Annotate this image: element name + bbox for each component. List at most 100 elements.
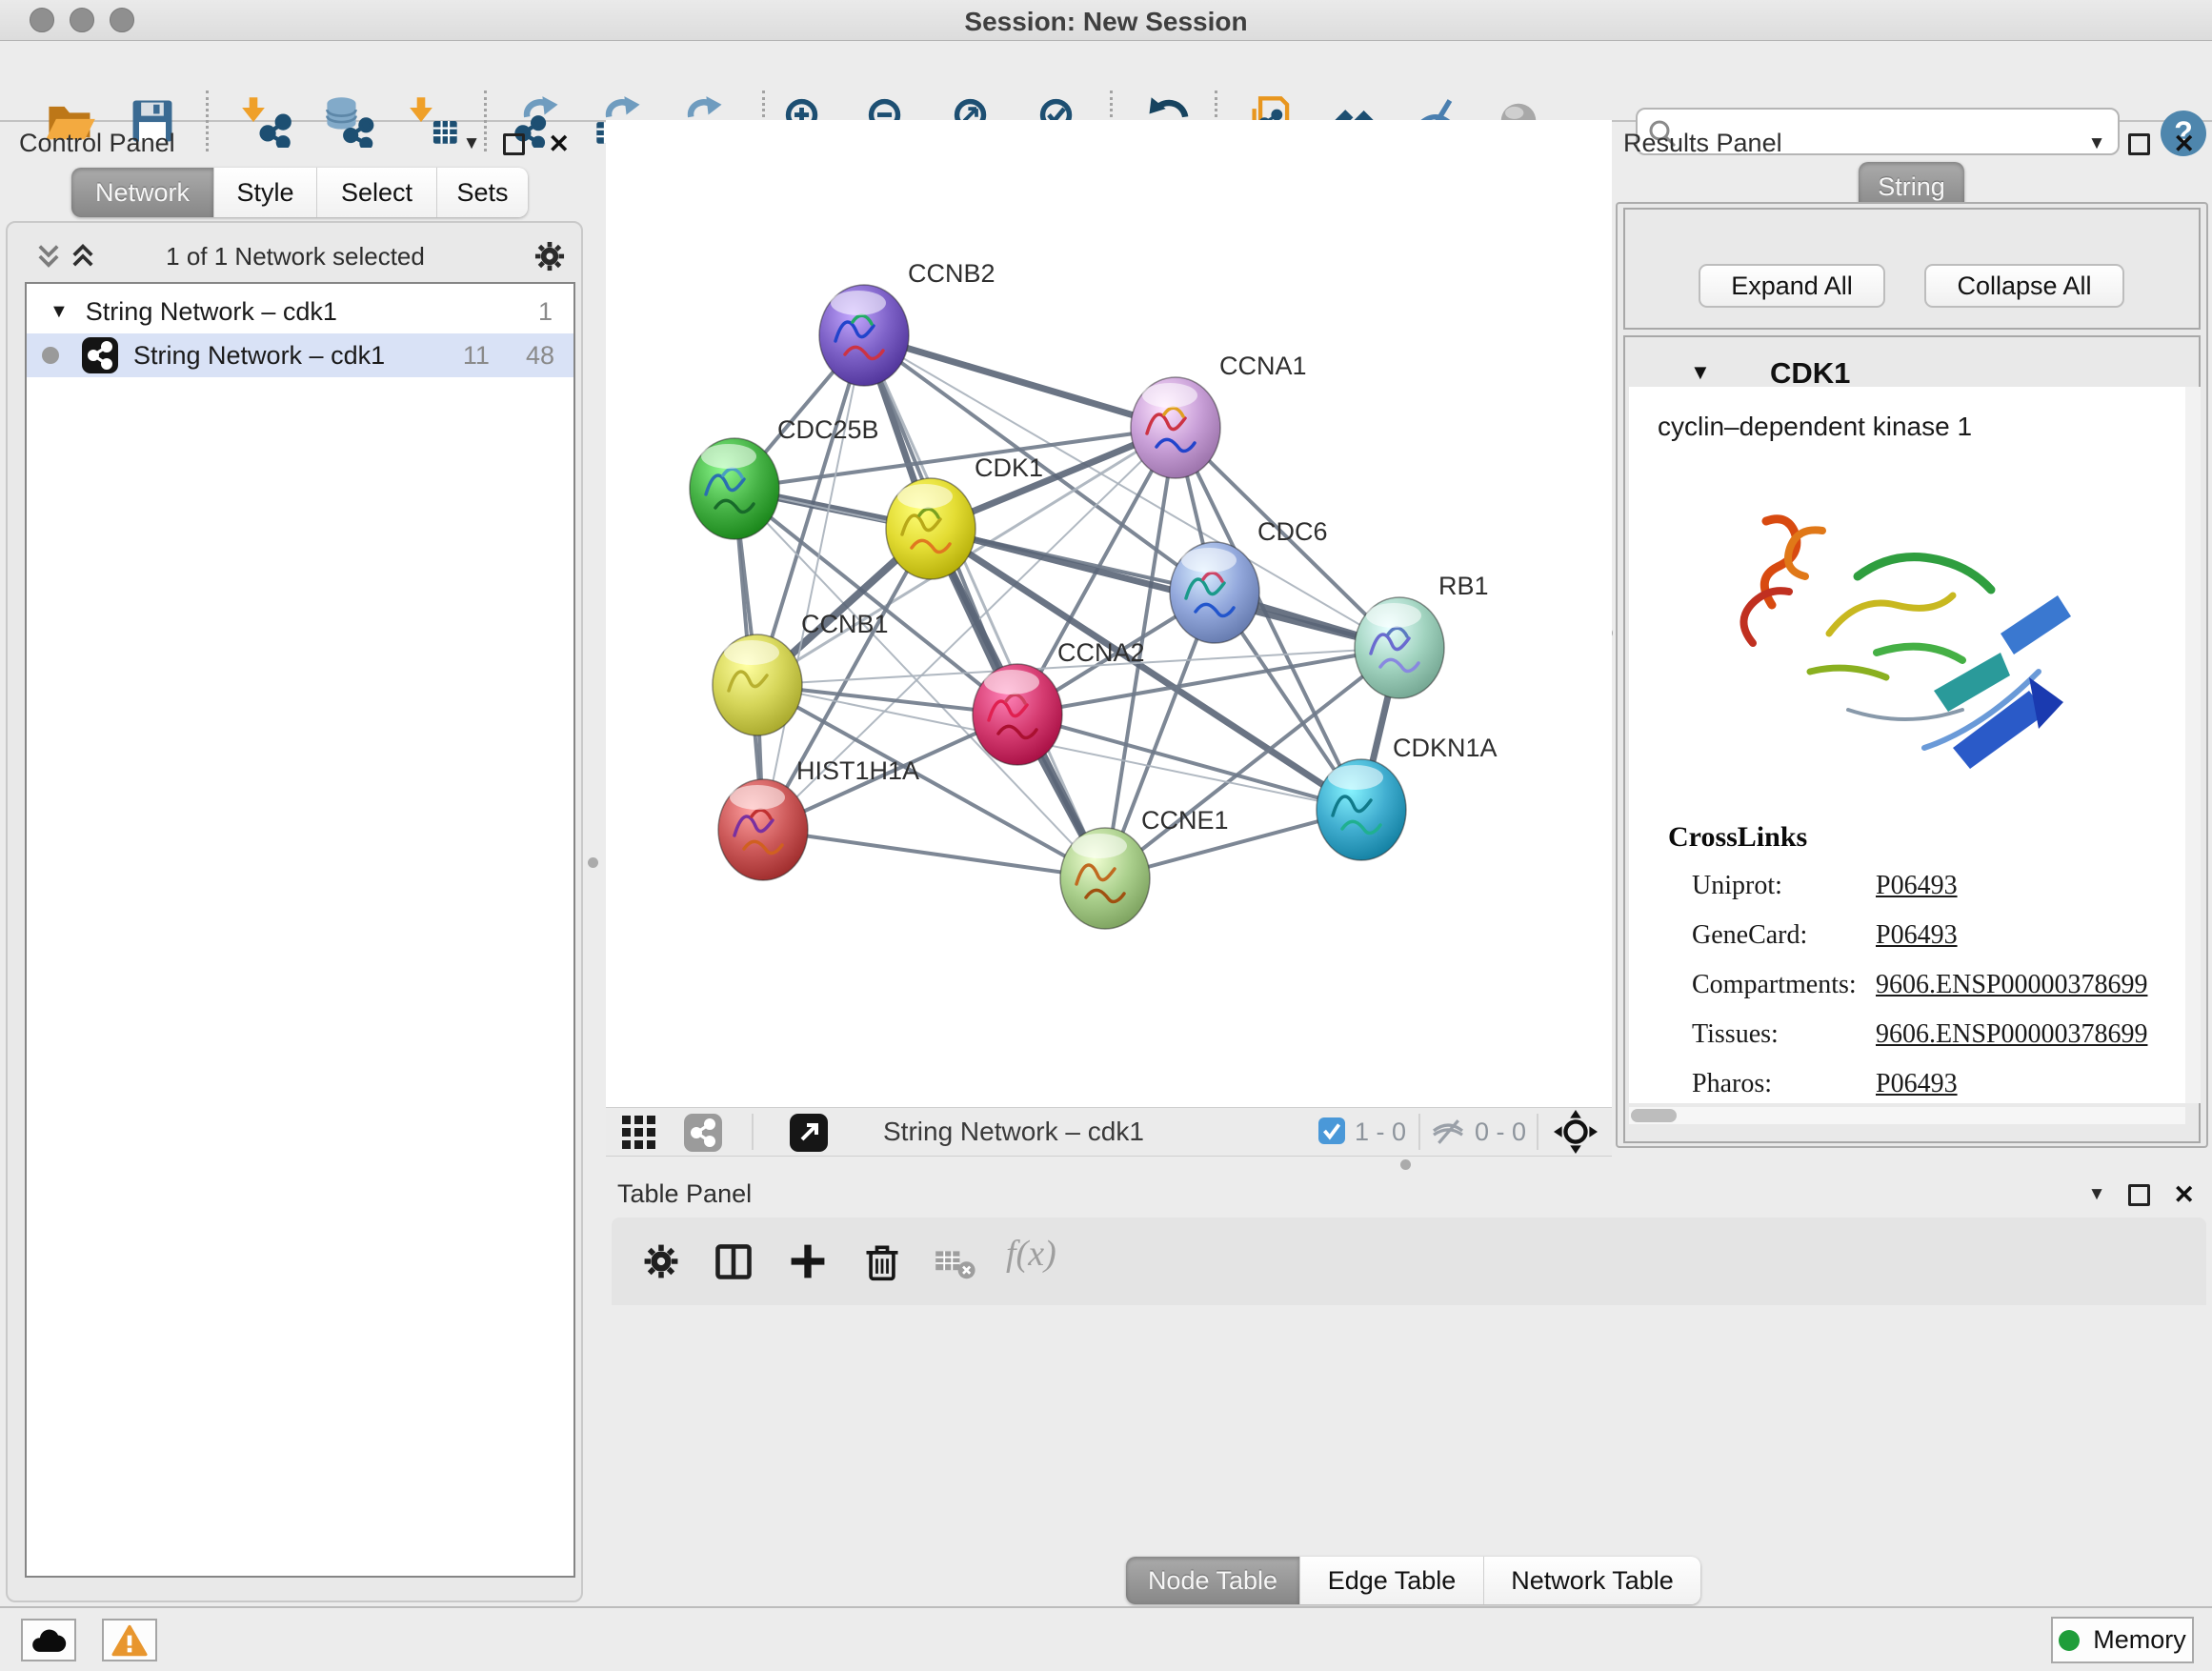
- selected-count: 1 - 0: [1355, 1117, 1406, 1147]
- network-node-label-CCNE1: CCNE1: [1141, 806, 1229, 835]
- network-node-label-CCNA2: CCNA2: [1057, 638, 1145, 667]
- main-toolbar: ?: [0, 41, 2212, 122]
- network-node-label-HIST1H1A: HIST1H1A: [796, 756, 919, 785]
- control-panel-tabs: Network Style Select Sets: [71, 168, 528, 217]
- network-node-CDC25B[interactable]: CDC25B: [690, 415, 879, 539]
- network-node-label-CCNB1: CCNB1: [801, 610, 889, 638]
- close-panel-icon[interactable]: ✕: [2173, 1182, 2195, 1207]
- tree-row-collection[interactable]: ▼ String Network – cdk1 1: [27, 290, 573, 333]
- selected-nodes-checkbox[interactable]: [1318, 1117, 1345, 1144]
- delete-column-trash-icon[interactable]: [861, 1240, 903, 1282]
- grid-view-icon[interactable]: [621, 1115, 657, 1151]
- table-options-gear-icon[interactable]: [640, 1240, 682, 1282]
- network-edge-CCNB2-CCNA1[interactable]: [864, 335, 1176, 428]
- network-node-CCNB1[interactable]: CCNB1: [713, 610, 889, 735]
- crosslink-value-link[interactable]: P06493: [1876, 1069, 1958, 1099]
- network-view-toolbar: String Network – cdk1 1 - 0 0 - 0: [606, 1107, 1612, 1157]
- panel-resize-handle[interactable]: [1400, 1159, 1411, 1170]
- crosslink-label: GeneCard:: [1692, 920, 1807, 950]
- network-share-view-icon[interactable]: [684, 1114, 722, 1152]
- panel-resize-handle[interactable]: [588, 857, 598, 868]
- collapse-all-tree-icon[interactable]: [34, 242, 63, 271]
- crosslink-row: Uniprot:: [1692, 871, 1782, 901]
- crosslink-value-link[interactable]: 9606.ENSP00000378699: [1876, 970, 2147, 1000]
- tree-expand-icon[interactable]: ▼: [50, 301, 69, 323]
- network-node-count: 11: [463, 341, 490, 371]
- crosslink-value-link[interactable]: P06493: [1876, 871, 1958, 901]
- section-title: CDK1: [1770, 356, 1850, 391]
- tree-collection-count: 1: [538, 297, 553, 327]
- close-panel-icon[interactable]: ✕: [548, 131, 570, 156]
- network-node-HIST1H1A[interactable]: HIST1H1A: [718, 756, 919, 880]
- float-panel-icon[interactable]: ▼: [2088, 1184, 2106, 1205]
- maximize-panel-icon[interactable]: [2128, 1184, 2150, 1206]
- collapse-all-button[interactable]: Collapse All: [1924, 264, 2124, 308]
- node-description: cyclin–dependent kinase 1: [1658, 412, 1972, 442]
- delete-table-icon[interactable]: [934, 1246, 975, 1280]
- tree-row-network[interactable]: String Network – cdk1 11 48: [27, 333, 573, 377]
- toolbar-separator: [752, 1114, 754, 1150]
- network-options-gear-icon[interactable]: [532, 238, 568, 274]
- network-node-label-CDK1: CDK1: [975, 453, 1043, 482]
- float-panel-icon[interactable]: ▼: [463, 133, 481, 154]
- show-columns-icon[interactable]: [713, 1240, 754, 1282]
- network-node-CCNE1[interactable]: CCNE1: [1060, 806, 1229, 929]
- hidden-eye-icon: [1427, 1117, 1469, 1146]
- crosslink-value-link[interactable]: 9606.ENSP00000378699: [1876, 1019, 2147, 1050]
- crosslink-row: Pharos:: [1692, 1069, 1772, 1099]
- expand-all-button[interactable]: Expand All: [1699, 264, 1885, 308]
- birds-eye-view-icon[interactable]: [790, 1114, 828, 1152]
- memory-label: Memory: [2093, 1625, 2186, 1655]
- tab-select[interactable]: Select: [317, 168, 437, 217]
- crosslink-label: Pharos:: [1692, 1069, 1772, 1098]
- tab-style[interactable]: Style: [214, 168, 317, 217]
- table-toolbar: f(x): [612, 1218, 2206, 1305]
- cloud-button[interactable]: [21, 1619, 76, 1661]
- network-node-label-CDC6: CDC6: [1257, 517, 1328, 546]
- title-bar: Session: New Session: [0, 0, 2212, 41]
- control-panel: Control Panel ▼ ✕ Network Style Select S…: [0, 120, 591, 1606]
- function-builder-icon[interactable]: f(x): [1006, 1233, 1056, 1275]
- cloud-icon: [30, 1626, 68, 1655]
- results-vertical-scrollbar[interactable]: [2185, 387, 2201, 1103]
- close-panel-icon[interactable]: ✕: [2173, 131, 2195, 156]
- network-node-CDKN1A[interactable]: CDKN1A: [1317, 734, 1498, 860]
- network-share-icon: [82, 337, 118, 373]
- crosslink-value-link[interactable]: P06493: [1876, 920, 1958, 951]
- float-panel-icon[interactable]: ▼: [2088, 133, 2106, 154]
- network-selection-status: 1 of 1 Network selected: [124, 242, 467, 272]
- section-expand-icon[interactable]: ▼: [1690, 360, 1711, 385]
- memory-button[interactable]: Memory: [2051, 1617, 2194, 1663]
- tab-network[interactable]: Network: [71, 168, 214, 217]
- toolbar-separator: [1418, 1114, 1420, 1150]
- current-network-title: String Network – cdk1: [883, 1117, 1144, 1147]
- add-column-icon[interactable]: [787, 1240, 829, 1282]
- tab-edge-table[interactable]: Edge Table: [1300, 1557, 1484, 1604]
- tab-network-table[interactable]: Network Table: [1484, 1557, 1700, 1604]
- warning-icon: [111, 1624, 148, 1657]
- check-icon: [1318, 1117, 1345, 1144]
- network-node-label-CDC25B: CDC25B: [777, 415, 879, 444]
- network-node-CCNA1[interactable]: CCNA1: [1131, 352, 1307, 478]
- scrollbar-thumb[interactable]: [1631, 1109, 1677, 1122]
- network-edge-count: 48: [526, 341, 554, 371]
- crosslink-label: Tissues:: [1692, 1019, 1779, 1049]
- tab-sets[interactable]: Sets: [437, 168, 528, 217]
- network-edge-CCNB2-CCNE1[interactable]: [864, 335, 1105, 878]
- network-node-label-CDKN1A: CDKN1A: [1393, 734, 1498, 762]
- tab-node-table[interactable]: Node Table: [1126, 1557, 1300, 1604]
- tree-collection-label: String Network – cdk1: [86, 297, 337, 327]
- network-edge-HIST1H1A-CCNE1[interactable]: [763, 830, 1105, 878]
- control-panel-title: Control Panel: [19, 129, 175, 158]
- network-canvas[interactable]: CCNB2CCNA1CDC25BCDK1CDC6RB1CCNB1CCNA2CDK…: [606, 120, 1612, 1107]
- crosslink-label: Uniprot:: [1692, 871, 1782, 900]
- maximize-panel-icon[interactable]: [2128, 133, 2150, 155]
- maximize-panel-icon[interactable]: [503, 133, 525, 155]
- table-panel-title: Table Panel: [617, 1179, 752, 1209]
- expand-all-tree-icon[interactable]: [69, 242, 97, 271]
- fit-content-crosshair-icon[interactable]: [1554, 1110, 1598, 1154]
- results-horizontal-scrollbar[interactable]: [1629, 1107, 2185, 1124]
- network-node-RB1[interactable]: RB1: [1355, 572, 1489, 698]
- warnings-button[interactable]: [102, 1619, 157, 1661]
- table-panel: Table Panel ▼ ✕: [606, 1174, 2212, 1606]
